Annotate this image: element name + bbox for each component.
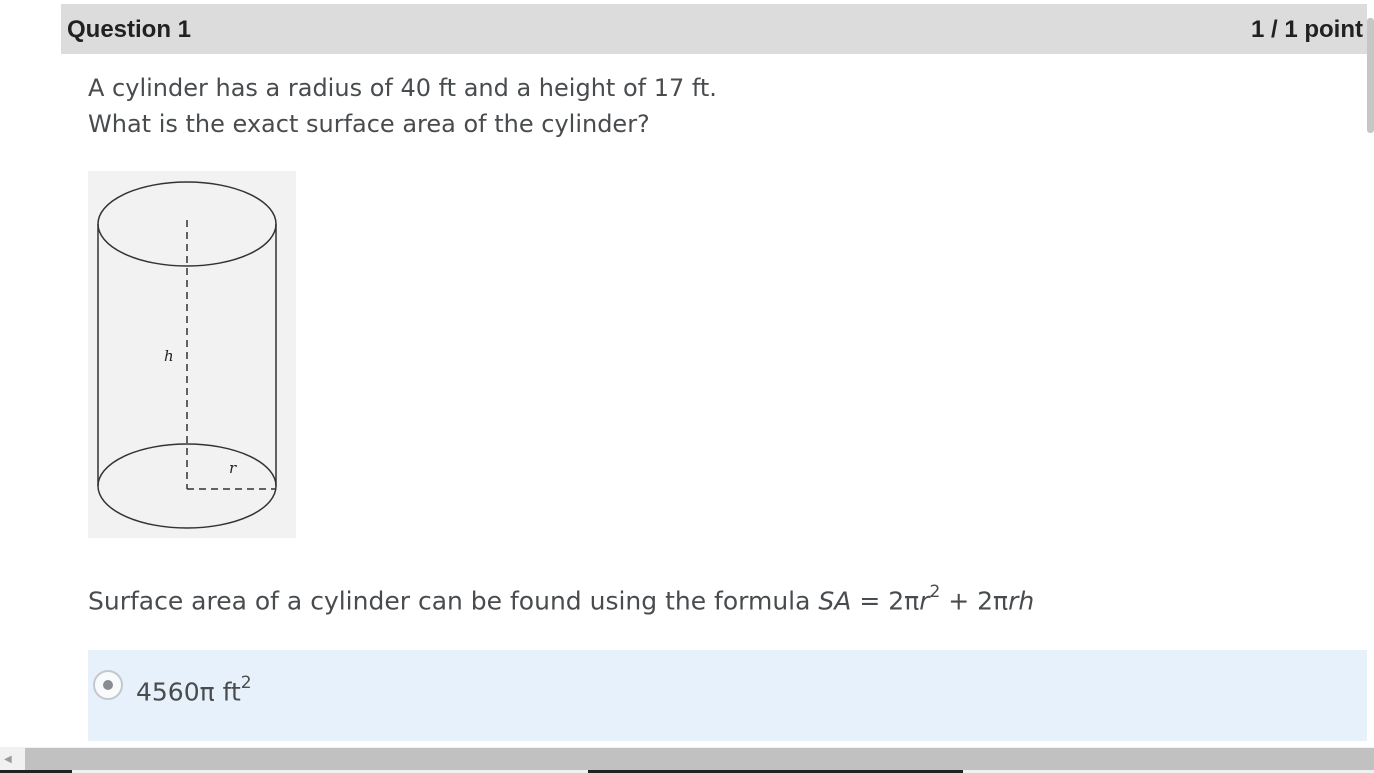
- radio-selected-dot: [103, 680, 113, 690]
- question-points: 1 / 1 point: [1250, 16, 1363, 43]
- formula-sa: SA: [818, 586, 852, 616]
- answer-option[interactable]: 4560π ft2: [88, 650, 1367, 741]
- height-label: h: [164, 347, 174, 365]
- cylinder-figure: h r: [88, 171, 296, 538]
- formula-exponent: 2: [929, 582, 941, 602]
- formula-rh: rh: [1008, 586, 1035, 616]
- formula-r: r: [919, 586, 930, 616]
- formula-plus: + 2π: [940, 586, 1009, 616]
- radius-label: r: [229, 459, 237, 477]
- quiz-page: Question 1 1 / 1 point A cylinder has a …: [0, 0, 1374, 773]
- formula-prefix: Surface area of a cylinder can be found …: [88, 586, 819, 616]
- answer-text: 4560π ft2: [136, 668, 252, 710]
- scroll-left-arrow-icon[interactable]: ◀: [4, 754, 12, 765]
- question-stem: A cylinder has a radius of 40 ft and a h…: [88, 70, 717, 142]
- formula-hint: Surface area of a cylinder can be found …: [88, 577, 1034, 619]
- stem-line-2: What is the exact surface area of the cy…: [88, 110, 650, 138]
- question-title: Question 1: [67, 16, 192, 43]
- answer-exponent: 2: [240, 673, 252, 693]
- stem-line-1: A cylinder has a radius of 40 ft and a h…: [88, 74, 717, 102]
- question-header: Question 1 1 / 1 point: [61, 4, 1367, 54]
- formula-eq: = 2π: [851, 586, 920, 616]
- answer-value: 4560π ft: [136, 677, 241, 707]
- horizontal-scrollbar-thumb[interactable]: [25, 748, 1374, 770]
- cylinder-diagram: h r: [97, 181, 277, 529]
- vertical-scrollbar-thumb[interactable]: [1367, 18, 1374, 133]
- answer-radio[interactable]: [93, 670, 123, 700]
